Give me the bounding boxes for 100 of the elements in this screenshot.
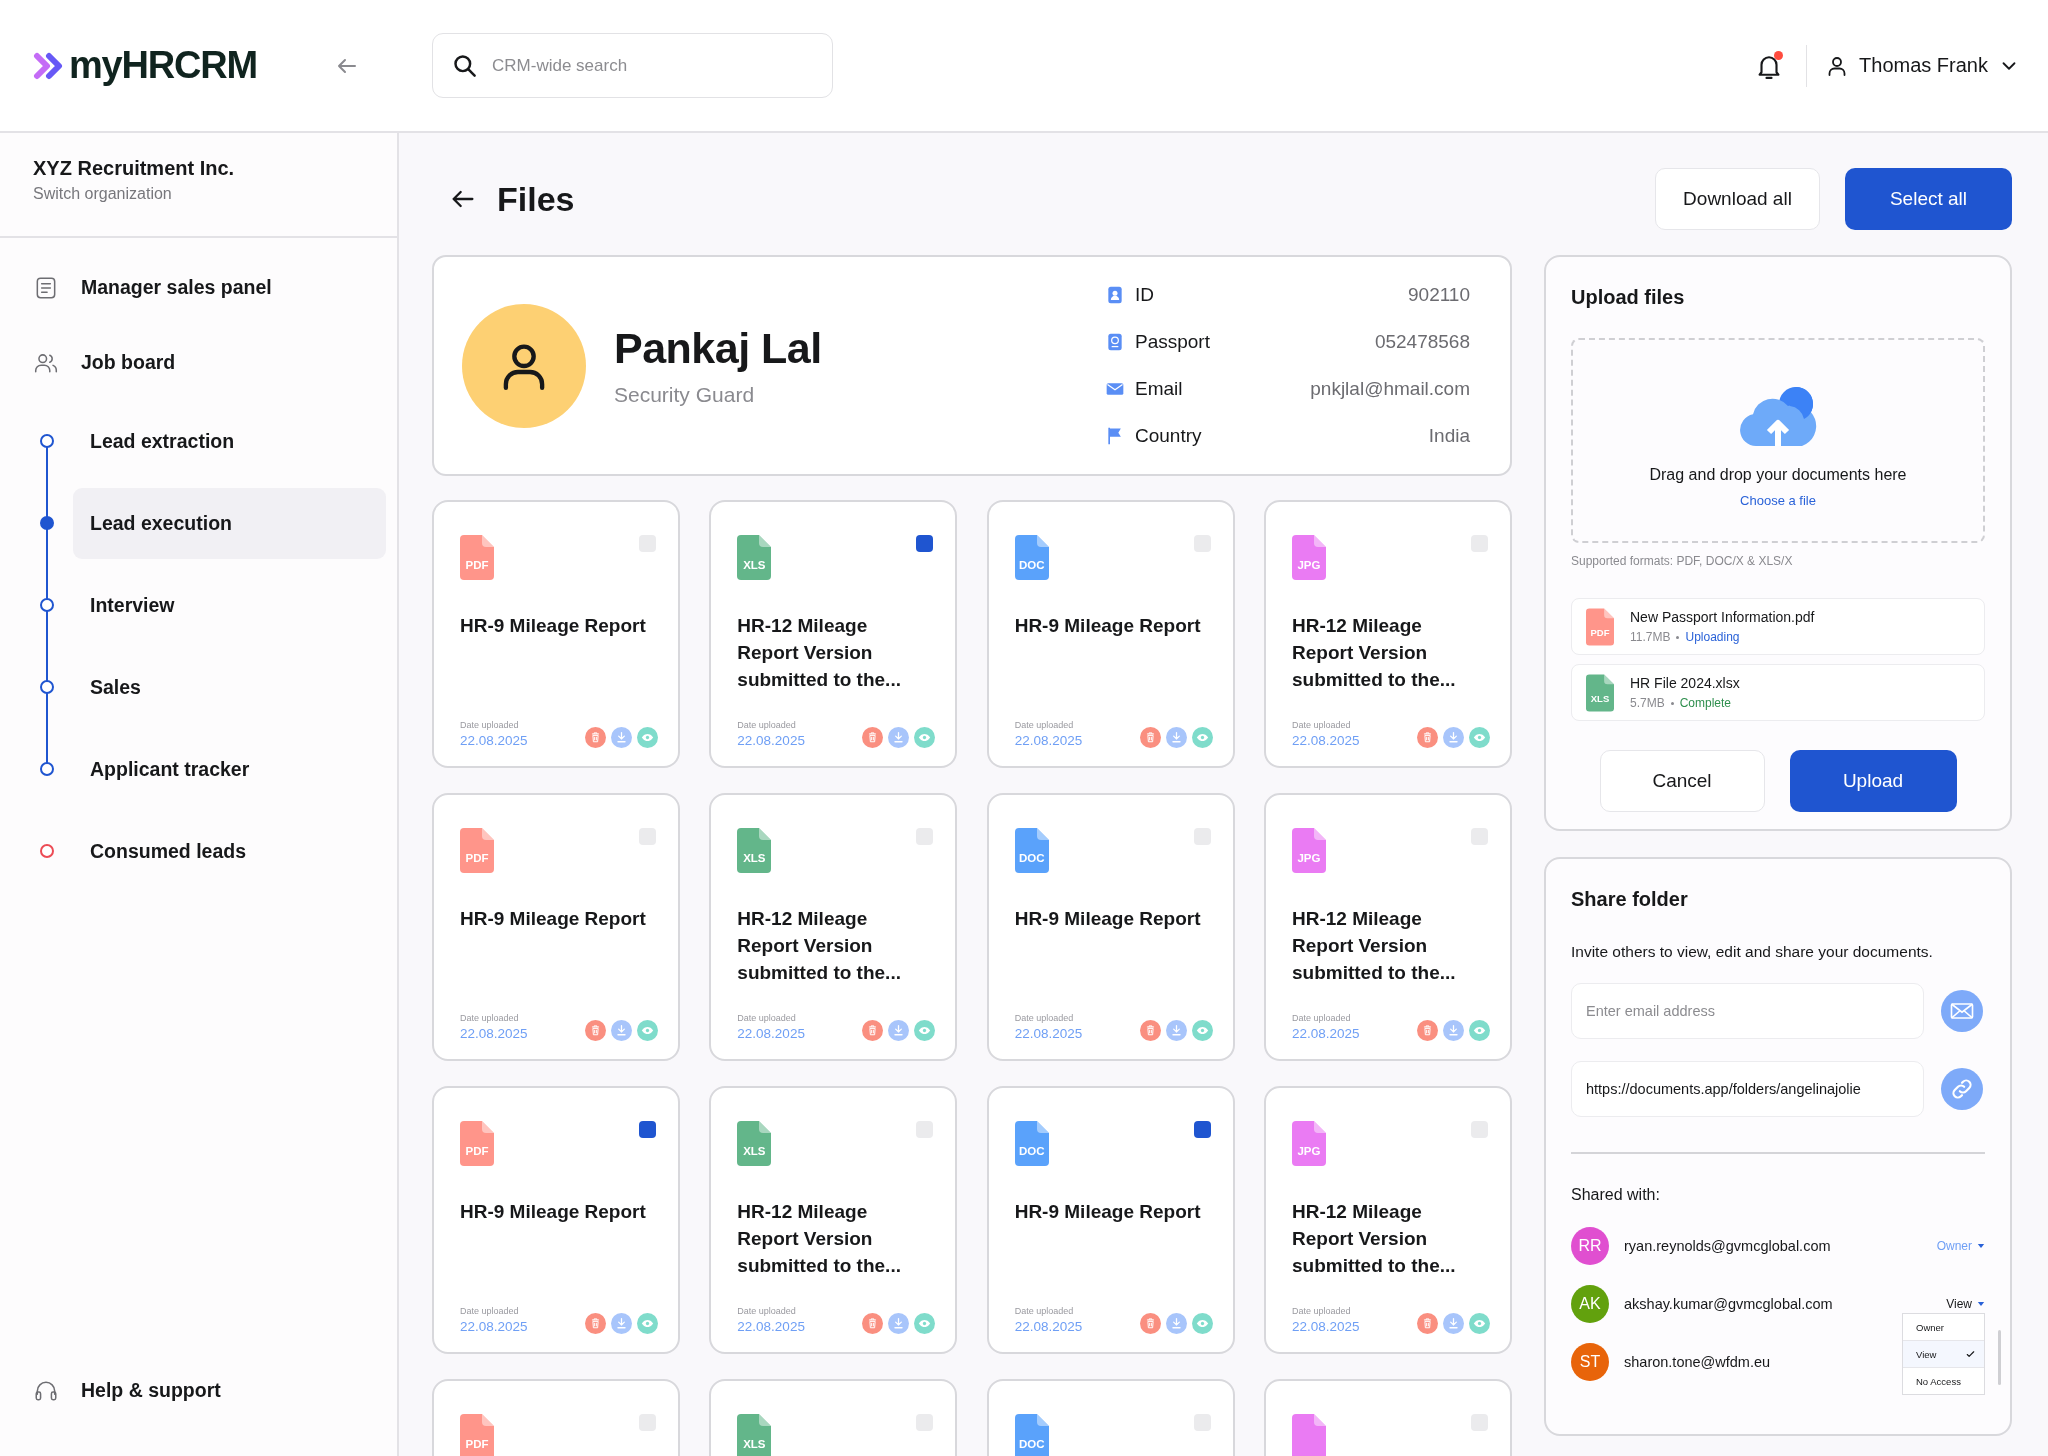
delete-button[interactable] <box>1417 727 1438 748</box>
nav-item[interactable]: Consumed leads <box>73 815 386 887</box>
view-button[interactable] <box>1191 1313 1213 1334</box>
file-card[interactable]: PDF HR-9 Mileage Report Date uploaded 22.08.2025 <box>432 500 680 768</box>
send-email-button[interactable] <box>1941 990 1983 1032</box>
nav-item[interactable]: Lead extraction <box>73 405 386 477</box>
download-button[interactable] <box>1443 1313 1464 1334</box>
timeline-dot <box>40 680 54 694</box>
file-title: HR-12 Mileage Report Version submitted to the... <box>1292 1200 1457 1278</box>
upload-date: 22.08.2025 <box>1014 1026 1083 1041</box>
view-button[interactable] <box>1469 727 1490 748</box>
file-card[interactable]: PDF HR-9 Mileage Report Date uploaded 22.08.2025 <box>432 1086 680 1354</box>
date-label: Date uploaded <box>1014 1306 1075 1316</box>
select-all-button[interactable]: Select all <box>1845 168 2012 230</box>
nav-item[interactable]: Sales <box>73 651 386 723</box>
user-menu-button[interactable]: Thomas Frank <box>1825 53 2020 78</box>
file-size: 11.7MB <box>1630 630 1671 644</box>
drop-zone[interactable]: Drag and drop your documents here Choose a file <box>1571 338 1985 543</box>
file-card[interactable]: PDF HR-9 Mileage Report Date uploaded 22.08.2025 <box>432 793 680 1061</box>
download-button[interactable] <box>1443 1020 1464 1041</box>
view-button[interactable] <box>637 1313 658 1334</box>
delete-button[interactable] <box>1139 1313 1161 1334</box>
upload-button[interactable]: Upload <box>1789 750 1957 812</box>
file-card[interactable]: DOC HR-9 Mileage Report Date uploaded 22.08.2025 <box>986 500 1235 768</box>
download-button[interactable] <box>1165 1313 1187 1334</box>
download-button[interactable] <box>1443 727 1464 748</box>
nav-item[interactable]: Interview <box>73 569 386 641</box>
view-button[interactable] <box>914 1313 936 1334</box>
download-button[interactable] <box>888 1313 910 1334</box>
checkbox[interactable] <box>639 1121 656 1138</box>
file-card[interactable]: XLS HR-12 Mileage Report Version submitted to the... Date uploaded 22.08.2025 <box>709 1086 958 1354</box>
delete-button[interactable] <box>585 1020 606 1041</box>
timeline-dot <box>40 516 54 530</box>
download-button[interactable] <box>888 1020 910 1041</box>
file-card[interactable]: JPG HR-12 Mileage Report Version submitted to the... Date uploaded 22.08.2025 <box>1264 793 1512 1061</box>
file-size: 5.7MB <box>1630 696 1665 710</box>
view-button[interactable] <box>1469 1020 1490 1041</box>
nav-item[interactable]: Applicant tracker <box>73 733 386 805</box>
search-input[interactable]: CRM-wide search <box>490 54 814 77</box>
cancel-button[interactable]: Cancel <box>1599 750 1765 812</box>
view-button[interactable] <box>1469 1313 1490 1334</box>
file-card[interactable]: JPG HR-12 Mileage Report Version submitted to the... Date uploaded 22.08.2025 <box>1264 500 1512 768</box>
search-icon <box>451 52 478 79</box>
file-card[interactable]: DOC HR-9 Mileage Report Date uploaded 22.08.2025 <box>986 1086 1235 1354</box>
download-button[interactable] <box>1165 727 1187 748</box>
download-button[interactable] <box>1165 1020 1187 1041</box>
nav-item[interactable]: Job board <box>0 325 397 400</box>
upload-date: 22.08.2025 <box>460 733 528 748</box>
download-button[interactable] <box>611 1020 632 1041</box>
field-value: India <box>1428 425 1470 447</box>
download-button[interactable] <box>611 727 632 748</box>
check-icon <box>1965 1348 1976 1360</box>
field-value: 052478568 <box>1374 331 1470 353</box>
field-label: Country <box>1135 425 1203 447</box>
choose-file-link[interactable]: Choose a file <box>1740 493 1816 508</box>
download-all-button[interactable]: Download all <box>1655 168 1820 230</box>
file-card[interactable]: XLS HR-12 Mileage Report Version submitted to the... Date uploaded 22.08.2025 <box>709 793 958 1061</box>
delete-button[interactable] <box>585 727 606 748</box>
copy-link-button[interactable] <box>1941 1068 1983 1110</box>
delete-button[interactable] <box>1417 1020 1438 1041</box>
file-title: HR-12 Mileage Report Version submitted to the... <box>737 614 902 692</box>
download-button[interactable] <box>611 1313 632 1334</box>
role-dropdown[interactable]: View <box>1946 1297 1985 1311</box>
date-label: Date uploaded <box>1014 1013 1075 1023</box>
delete-button[interactable] <box>1139 727 1161 748</box>
scrollbar[interactable] <box>1998 1330 2001 1385</box>
file-type-icon: PDF <box>460 535 494 580</box>
search-field[interactable]: CRM-wide search <box>432 33 833 98</box>
delete-button[interactable] <box>862 727 884 748</box>
view-button[interactable] <box>637 1020 658 1041</box>
link-field[interactable]: https://documents.app/folders/angelinajolie <box>1571 1061 1924 1117</box>
delete-button[interactable] <box>862 1020 884 1041</box>
file-type-icon: DOC <box>1014 828 1049 873</box>
checkbox[interactable] <box>916 535 934 552</box>
delete-button[interactable] <box>1417 1313 1438 1334</box>
nav-item[interactable]: Manager sales panel <box>0 250 397 325</box>
view-button[interactable] <box>1191 727 1213 748</box>
nav-item[interactable]: Lead execution <box>73 487 386 559</box>
supported-formats-text: Supported formats: PDF, DOC/X & XLS/X <box>1571 554 1794 568</box>
link-input[interactable]: https://documents.app/folders/angelinajolie <box>1584 1080 1911 1098</box>
delete-button[interactable] <box>862 1313 884 1334</box>
file-card[interactable]: DOC HR-9 Mileage Report Date uploaded 22.08.2025 <box>986 793 1235 1061</box>
view-button[interactable] <box>914 727 936 748</box>
checkbox[interactable] <box>1193 1121 1211 1138</box>
avatar: ST <box>1571 1343 1609 1381</box>
view-button[interactable] <box>1191 1020 1213 1041</box>
view-button[interactable] <box>914 1020 936 1041</box>
delete-button[interactable] <box>585 1313 606 1334</box>
email-field[interactable]: Enter email address <box>1571 983 1924 1039</box>
email-input[interactable]: Enter email address <box>1584 1002 1911 1020</box>
file-type-icon: XLS <box>737 1414 772 1456</box>
menu-option[interactable]: View <box>1903 1341 1984 1368</box>
download-button[interactable] <box>888 727 910 748</box>
help-support-link[interactable]: Help & support <box>0 1353 397 1428</box>
file-card[interactable]: XLS HR-12 Mileage Report Version submitted to the... Date uploaded 22.08.2025 <box>709 500 958 768</box>
delete-button[interactable] <box>1139 1020 1161 1041</box>
switch-organization-link[interactable]: Switch organization <box>33 185 364 203</box>
file-card[interactable]: JPG HR-12 Mileage Report Version submitted to the... Date uploaded 22.08.2025 <box>1264 1086 1512 1354</box>
file-type-icon: XLS <box>737 1121 772 1166</box>
view-button[interactable] <box>637 727 658 748</box>
